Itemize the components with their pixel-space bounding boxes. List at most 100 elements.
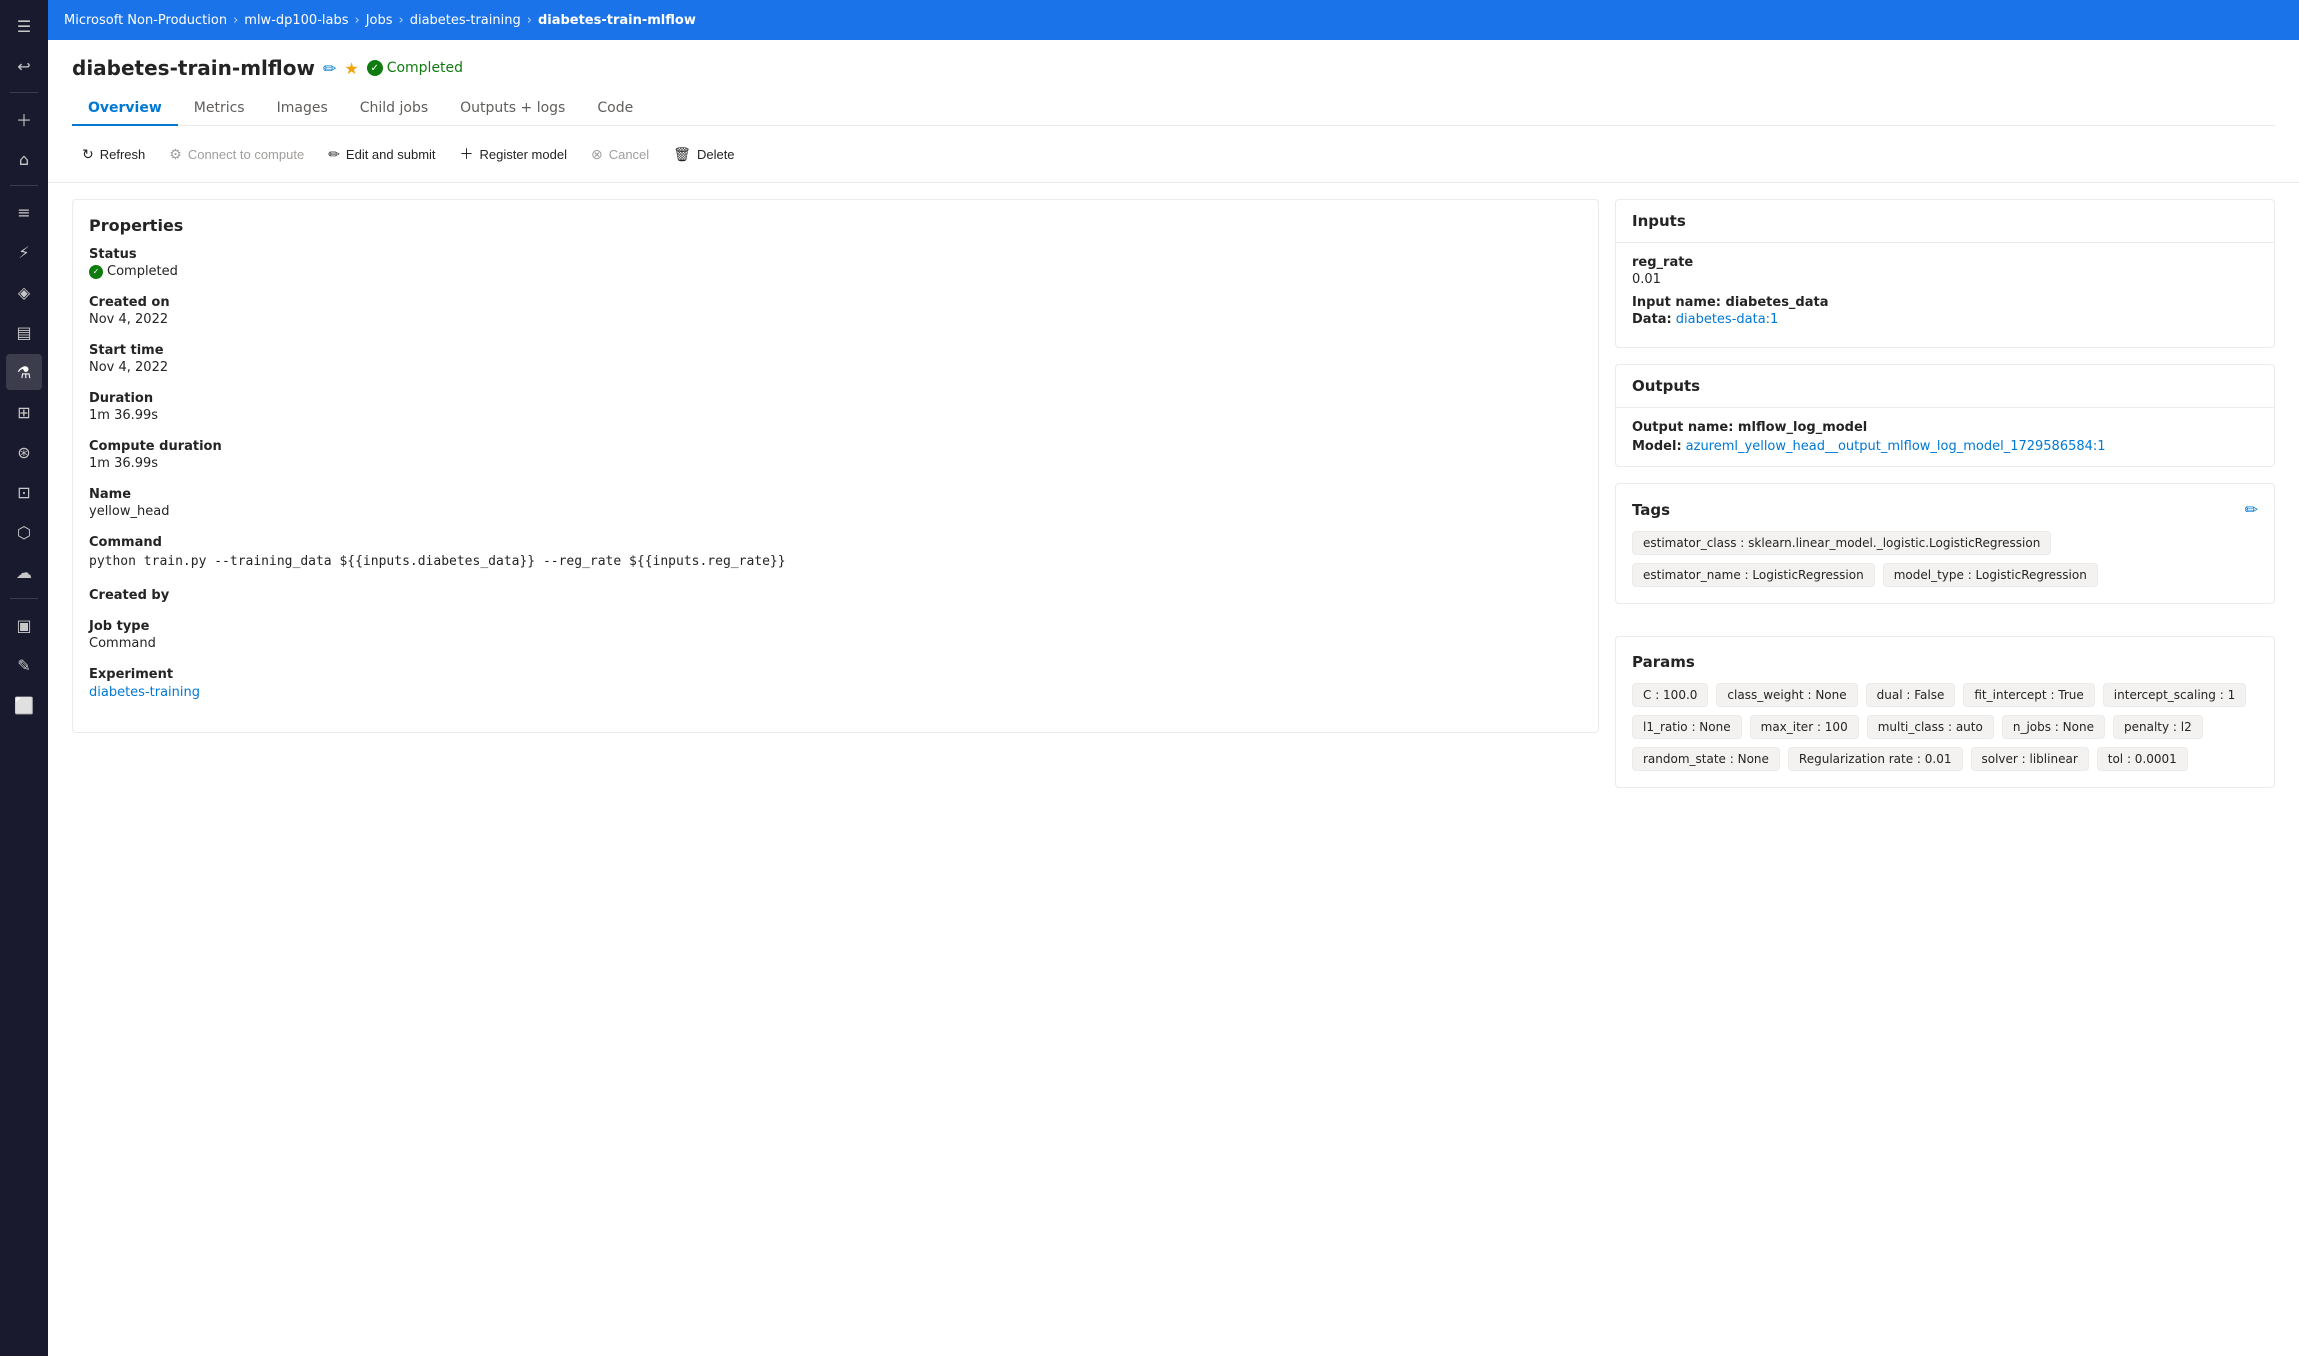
connect-compute-button[interactable]: ⚙ Connect to compute xyxy=(159,140,314,169)
tab-overview[interactable]: Overview xyxy=(72,92,178,126)
param-chip: penalty : l2 xyxy=(2113,715,2203,739)
sidebar-icon-cloud[interactable]: ☁ xyxy=(6,554,42,590)
sidebar-icon-lab[interactable]: ⚗ xyxy=(6,354,42,390)
refresh-label: Refresh xyxy=(100,147,146,162)
prop-created-by: Created by xyxy=(89,588,1582,603)
breadcrumb-experiment[interactable]: diabetes-training xyxy=(410,13,521,28)
sidebar-icon-chart[interactable]: ⚡ xyxy=(6,234,42,270)
model-value[interactable]: azureml_yellow_head__output_mlflow_log_m… xyxy=(1686,439,2106,454)
prop-status-dot xyxy=(89,265,103,279)
tab-images[interactable]: Images xyxy=(261,92,344,126)
tags-edit-icon[interactable]: ✏ xyxy=(2245,500,2258,519)
prop-status: Status Completed xyxy=(89,247,1582,279)
edit-submit-button[interactable]: ✏ Edit and submit xyxy=(318,140,445,169)
param-chip: solver : liblinear xyxy=(1971,747,2089,771)
breadcrumb-tenant[interactable]: Microsoft Non-Production xyxy=(64,13,227,28)
content-area: diabetes-train-mlflow ✏ ★ Completed Over… xyxy=(48,40,2299,1356)
param-chip: class_weight : None xyxy=(1716,683,1857,707)
tab-outputs-logs[interactable]: Outputs + logs xyxy=(444,92,581,126)
register-label: Register model xyxy=(480,147,567,162)
sidebar-icon-square[interactable]: ⬜ xyxy=(6,687,42,723)
sidebar-icon-list[interactable]: ≡ xyxy=(6,194,42,230)
prop-command: Command python train.py --training_data … xyxy=(89,535,1582,572)
prop-job-type-label: Job type xyxy=(89,619,1582,634)
connect-label: Connect to compute xyxy=(188,147,304,162)
tags-card: Tags ✏ estimator_class : sklearn.linear_… xyxy=(1615,483,2275,604)
properties-title: Properties xyxy=(89,216,1582,235)
param-chip: tol : 0.0001 xyxy=(2097,747,2188,771)
status-dot xyxy=(367,60,383,76)
param-chip: Regularization rate : 0.01 xyxy=(1788,747,1963,771)
data-row: Data: diabetes-data:1 xyxy=(1632,312,2258,327)
data-label: Data: xyxy=(1632,312,1672,327)
data-link[interactable]: diabetes-data:1 xyxy=(1676,312,1779,327)
tab-code[interactable]: Code xyxy=(581,92,649,126)
tab-child-jobs[interactable]: Child jobs xyxy=(344,92,444,126)
sidebar-icon-dashboard[interactable]: ⊞ xyxy=(6,394,42,430)
register-model-button[interactable]: ＋ Register model xyxy=(450,138,577,170)
sidebar-icon-back[interactable]: ↩ xyxy=(6,48,42,84)
sidebar-icon-home[interactable]: ⌂ xyxy=(6,141,42,177)
params-title: Params xyxy=(1632,653,2258,671)
sidebar-icon-box[interactable]: ⬡ xyxy=(6,514,42,550)
tag-chip: estimator_class : sklearn.linear_model._… xyxy=(1632,531,2051,555)
status-badge: Completed xyxy=(367,60,463,76)
favorite-icon[interactable]: ★ xyxy=(344,59,358,78)
breadcrumb-jobs[interactable]: Jobs xyxy=(366,13,393,28)
tags-body: estimator_class : sklearn.linear_model._… xyxy=(1632,531,2258,587)
cancel-button[interactable]: ⊗ Cancel xyxy=(581,140,659,169)
edit-label: Edit and submit xyxy=(346,147,436,162)
inputs-title: Inputs xyxy=(1616,200,2274,243)
prop-name-label: Name xyxy=(89,487,1582,502)
breadcrumb-sep-3: › xyxy=(399,13,404,28)
prop-duration-label: Duration xyxy=(89,391,1582,406)
tags-header-row: Tags ✏ xyxy=(1632,500,2258,519)
prop-created-label: Created on xyxy=(89,295,1582,310)
sidebar-divider-1 xyxy=(10,92,38,93)
sidebar-icon-monitor[interactable]: ▣ xyxy=(6,607,42,643)
sidebar-icon-data[interactable]: ⊛ xyxy=(6,434,42,470)
inputs-body: reg_rate 0.01 Input name: diabetes_data … xyxy=(1616,243,2274,347)
prop-job-type-value: Command xyxy=(89,636,1582,651)
diabetes-data-row: Input name: diabetes_data Data: diabetes… xyxy=(1632,295,2258,327)
prop-duration-value: 1m 36.99s xyxy=(89,408,1582,423)
sidebar-icon-add[interactable]: ＋ xyxy=(6,101,42,137)
sidebar: ☰ ↩ ＋ ⌂ ≡ ⚡ ◈ ▤ ⚗ ⊞ ⊛ ⊡ ⬡ ☁ ▣ ✎ ⬜ xyxy=(0,0,48,1356)
prop-created-by-label: Created by xyxy=(89,588,1582,603)
prop-created: Created on Nov 4, 2022 xyxy=(89,295,1582,327)
title-edit-icon[interactable]: ✏ xyxy=(323,59,336,78)
tab-metrics[interactable]: Metrics xyxy=(178,92,261,126)
param-chip: C : 100.0 xyxy=(1632,683,1708,707)
status-text: Completed xyxy=(387,60,463,76)
param-chip: n_jobs : None xyxy=(2002,715,2105,739)
sidebar-icon-compute[interactable]: ▤ xyxy=(6,314,42,350)
prop-status-value-row: Completed xyxy=(89,264,1582,279)
body-layout: Properties Status Completed Created on N… xyxy=(48,183,2299,820)
refresh-button[interactable]: ↻ Refresh xyxy=(72,140,155,169)
outputs-title: Outputs xyxy=(1616,365,2274,408)
outputs-body: Output name: mlflow_log_model Model: azu… xyxy=(1616,408,2274,466)
prop-experiment-value[interactable]: diabetes-training xyxy=(89,685,200,700)
param-chip: random_state : None xyxy=(1632,747,1780,771)
sidebar-icon-pencil[interactable]: ✎ xyxy=(6,647,42,683)
breadcrumb-current: diabetes-train-mlflow xyxy=(538,13,696,28)
prop-name-value: yellow_head xyxy=(89,504,1582,519)
sidebar-icon-network[interactable]: ◈ xyxy=(6,274,42,310)
properties-card: Properties Status Completed Created on N… xyxy=(72,199,1599,733)
param-chip: fit_intercept : True xyxy=(1963,683,2094,707)
inputs-card: Inputs reg_rate 0.01 Input name: diabete… xyxy=(1615,199,2275,348)
page-title: diabetes-train-mlflow xyxy=(72,56,315,80)
prop-start-label: Start time xyxy=(89,343,1582,358)
prop-job-type: Job type Command xyxy=(89,619,1582,651)
tag-chip: estimator_name : LogisticRegression xyxy=(1632,563,1875,587)
sidebar-icon-menu[interactable]: ☰ xyxy=(6,8,42,44)
prop-compute-duration: Compute duration 1m 36.99s xyxy=(89,439,1582,471)
sidebar-icon-stack[interactable]: ⊡ xyxy=(6,474,42,510)
output-model-row: Model: azureml_yellow_head__output_mlflo… xyxy=(1632,439,2258,454)
breadcrumb-workspace[interactable]: mlw-dp100-labs xyxy=(244,13,348,28)
prop-compute-label: Compute duration xyxy=(89,439,1582,454)
tabs: Overview Metrics Images Child jobs Outpu… xyxy=(72,92,2275,126)
delete-button[interactable]: 🗑 Delete xyxy=(663,140,744,169)
input-name-label: Input name: diabetes_data xyxy=(1632,295,2258,310)
prop-name: Name yellow_head xyxy=(89,487,1582,519)
